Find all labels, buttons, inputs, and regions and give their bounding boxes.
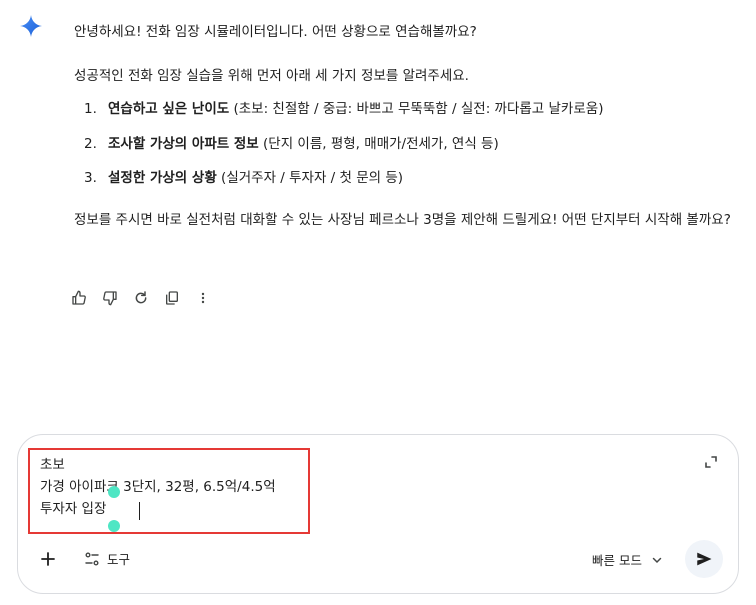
list-number: 1. xyxy=(84,101,97,117)
response-greeting: 안녕하세요! 전화 임장 시뮬레이터입니다. 어떤 상황으로 연습해볼까요? xyxy=(74,24,477,40)
list-item: 3. 설정한 가상의 상황 (실거주자 / 투자자 / 첫 문의 등) xyxy=(84,167,603,202)
more-options-button[interactable] xyxy=(191,288,214,308)
selection-handle-start[interactable] xyxy=(108,486,120,498)
send-icon xyxy=(697,552,712,566)
send-button[interactable] xyxy=(685,540,723,578)
text-caret xyxy=(139,502,140,520)
response-closing: 정보를 주시면 바로 실전처럼 대화할 수 있는 사장님 페르소나 3명을 제안… xyxy=(74,212,731,228)
plus-icon xyxy=(41,552,55,566)
gemini-spark-icon xyxy=(20,15,42,37)
selection-handle-end[interactable] xyxy=(108,520,120,532)
list-number: 3. xyxy=(84,170,97,186)
thumb-down-icon xyxy=(102,291,117,306)
copy-icon xyxy=(165,291,178,305)
tools-label: 도구 xyxy=(107,552,131,567)
list-item-bold: 설정한 가상의 상황 xyxy=(108,170,217,186)
add-button[interactable] xyxy=(38,549,58,569)
more-vert-icon xyxy=(201,292,204,304)
copy-button[interactable] xyxy=(160,288,183,308)
list-item-bold: 연습하고 싶은 난이도 xyxy=(108,101,230,117)
response-list: 1. 연습하고 싶은 난이도 (초보: 친절함 / 중급: 바쁘고 무뚝뚝함 /… xyxy=(84,98,603,202)
list-item: 2. 조사할 가상의 아파트 정보 (단지 이름, 평형, 매매가/전세가, 연… xyxy=(84,133,603,168)
list-item: 1. 연습하고 싶은 난이도 (초보: 친절함 / 중급: 바쁘고 무뚝뚝함 /… xyxy=(84,98,603,133)
expand-icon[interactable] xyxy=(704,455,718,469)
refresh-icon xyxy=(135,291,146,304)
tools-button[interactable]: 도구 xyxy=(84,549,130,568)
list-item-detail: (초보: 친절함 / 중급: 바쁘고 무뚝뚝함 / 실전: 까다롭고 날카로움) xyxy=(229,101,604,117)
list-item-detail: (단지 이름, 평형, 매매가/전세가, 연식 등) xyxy=(258,135,499,152)
prompt-input[interactable]: 초보 가경 아이파크 3단지, 32평, 6.5억/4.5억 투자자 입장 xyxy=(40,454,276,520)
thumb-down-button[interactable] xyxy=(98,288,121,308)
mode-label: 빠른 모드 xyxy=(592,553,642,568)
list-item-detail: (실거주자 / 투자자 / 첫 문의 등) xyxy=(216,170,404,186)
regenerate-button[interactable] xyxy=(129,288,152,308)
chevron-down-icon xyxy=(652,557,662,563)
thumb-up-button[interactable] xyxy=(67,288,90,308)
response-actions xyxy=(67,288,222,308)
thumb-up-icon xyxy=(71,290,86,305)
list-number: 2. xyxy=(84,135,97,152)
response-intro: 성공적인 전화 임장 실습을 위해 먼저 아래 세 가지 정보를 알려주세요. xyxy=(74,68,469,84)
list-item-bold: 조사할 가상의 아파트 정보 xyxy=(108,135,259,152)
tools-icon xyxy=(85,552,99,565)
mode-selector[interactable]: 빠른 모드 xyxy=(592,550,662,569)
